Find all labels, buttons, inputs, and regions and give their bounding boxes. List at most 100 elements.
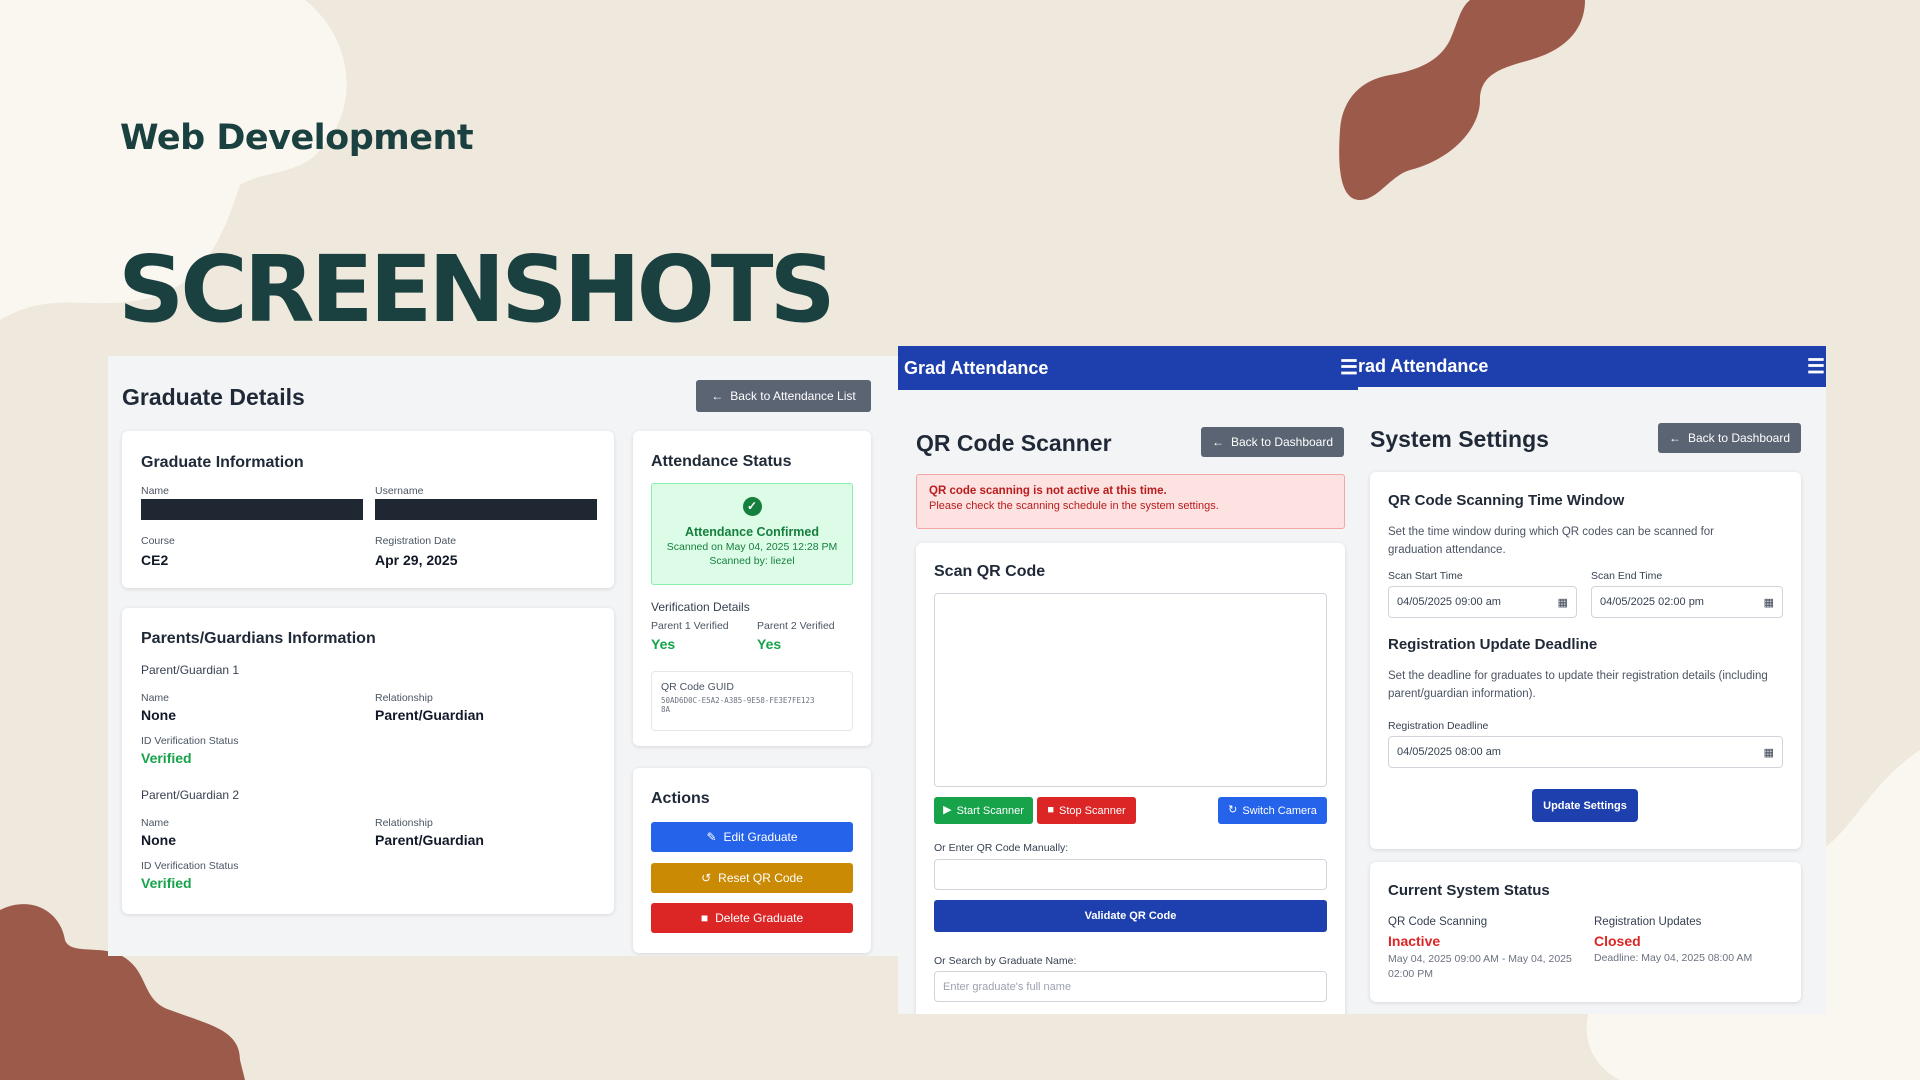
app-name: rad Attendance — [1358, 356, 1489, 376]
attendance-confirmed-label: Attendance Confirmed — [684, 525, 820, 539]
back-label: Back to Attendance List — [730, 389, 856, 403]
parent-1-heading: Parent/Guardian 1 — [141, 663, 240, 677]
navbar: rad Attendance ☰ — [1358, 346, 1826, 387]
brown-squiggle — [1339, 0, 1585, 200]
arrow-left-icon: ← — [1668, 431, 1681, 445]
registration-date-label: Registration Date — [375, 535, 457, 547]
back-to-dashboard-button[interactable]: ← Back to Dashboard — [1658, 423, 1801, 453]
deadline-title: Registration Update Deadline — [1388, 636, 1598, 653]
registration-date-value: Apr 29, 2025 — [375, 552, 458, 568]
parent-2-verified-value: Yes — [757, 636, 782, 652]
name-redacted — [141, 499, 363, 520]
card-title: Actions — [651, 790, 710, 807]
search-graduate-label: Or Search by Graduate Name: — [934, 955, 1077, 967]
parent-1-verified-label: Parent 1 Verified — [651, 620, 729, 632]
alert-body: Please check the scanning schedule in th… — [929, 500, 1219, 512]
qr-guid-label: QR Code GUID — [661, 681, 734, 693]
attendance-status-card: Attendance Status ✓ Attendance Confirmed… — [633, 431, 871, 746]
button-label: Switch Camera — [1242, 804, 1317, 817]
card-title: Parents/Guardians Information — [141, 630, 376, 647]
slide-kicker: Web Development — [120, 118, 474, 158]
stop-icon: ■ — [1047, 804, 1054, 816]
deadline-desc: Set the deadline for graduates to update… — [1388, 670, 1768, 700]
qr-guid-line-2: 8A — [661, 705, 671, 714]
graduate-search-input[interactable]: Enter graduate's full name — [934, 971, 1327, 1002]
registration-updates-status: Closed — [1594, 933, 1641, 949]
parent-2-relationship: Parent/Guardian — [375, 832, 484, 848]
parent-2-heading: Parent/Guardian 2 — [141, 788, 240, 802]
deadline-input[interactable]: 04/05/2025 08:00 am ▦ — [1388, 736, 1783, 768]
back-to-dashboard-button[interactable]: ← Back to Dashboard — [1201, 427, 1344, 457]
stop-scanner-button[interactable]: ■ Stop Scanner — [1037, 797, 1136, 824]
graduate-information-card: Graduate Information Name Username Cours… — [122, 431, 614, 588]
camera-viewport[interactable] — [934, 593, 1327, 787]
scan-end-input[interactable]: 04/05/2025 02:00 pm ▦ — [1591, 586, 1783, 618]
course-value: CE2 — [141, 552, 169, 568]
sync-icon: ↻ — [1228, 804, 1238, 816]
calendar-icon[interactable]: ▦ — [1764, 746, 1774, 759]
registration-deadline-text: Deadline: May 04, 2025 08:00 AM — [1594, 952, 1753, 964]
update-settings-button[interactable]: Update Settings — [1532, 789, 1638, 822]
play-icon: ▶ — [943, 804, 952, 816]
button-label: Update Settings — [1543, 799, 1627, 812]
parent-1-id-label: ID Verification Status — [141, 735, 239, 747]
username-redacted — [375, 499, 597, 520]
parent-1-verified-value: Yes — [651, 636, 676, 652]
verification-details-title: Verification Details — [651, 600, 750, 614]
switch-camera-button[interactable]: ↻ Switch Camera — [1218, 797, 1327, 824]
navbar: Grad Attendance ☰ — [898, 346, 1358, 390]
calendar-icon[interactable]: ▦ — [1558, 596, 1568, 609]
scan-window-title: QR Code Scanning Time Window — [1388, 492, 1625, 509]
calendar-icon[interactable]: ▦ — [1764, 596, 1774, 609]
button-label: Start Scanner — [956, 804, 1024, 817]
input-value: 04/05/2025 02:00 pm — [1600, 596, 1704, 608]
manual-entry-label: Or Enter QR Code Manually: — [934, 842, 1069, 854]
parent-2-id-label: ID Verification Status — [141, 860, 239, 872]
qr-scanner-screenshot: Grad Attendance ☰ QR Code Scanner ← Back… — [898, 346, 1358, 1014]
alert-title: QR code scanning is not active at this t… — [929, 485, 1167, 497]
scanned-by-text: Scanned by: liezel — [709, 555, 795, 567]
qr-scanning-label: QR Code Scanning — [1388, 916, 1488, 928]
hamburger-menu-icon[interactable]: ☰ — [1807, 354, 1825, 379]
graduate-details-screenshot: Graduate Details ← Back to Attendance Li… — [108, 356, 898, 956]
manual-qr-input[interactable] — [934, 859, 1327, 890]
parent-1-id-status: Verified — [141, 750, 192, 766]
card-title: Scan QR Code — [934, 563, 1046, 580]
parent-2-name-label: Name — [141, 817, 170, 829]
card-title: Attendance Status — [651, 453, 792, 470]
delete-graduate-button[interactable]: ■ Delete Graduate — [651, 903, 853, 933]
check-circle-icon: ✓ — [742, 497, 762, 516]
parents-guardians-card: Parents/Guardians Information Parent/Gua… — [122, 608, 614, 914]
username-label: Username — [375, 485, 424, 497]
parent-1-relationship-label: Relationship — [375, 692, 433, 704]
edit-graduate-button[interactable]: ✎ Edit Graduate — [651, 822, 853, 852]
button-label: Reset QR Code — [718, 871, 803, 885]
app-name: Grad Attendance — [904, 357, 1049, 378]
page-title: System Settings — [1370, 426, 1549, 452]
scan-start-input[interactable]: 04/05/2025 09:00 am ▦ — [1388, 586, 1577, 618]
start-scanner-button[interactable]: ▶ Start Scanner — [934, 797, 1033, 824]
scan-start-label: Scan Start Time — [1388, 570, 1463, 582]
parent-2-verified-label: Parent 2 Verified — [757, 620, 835, 632]
button-label: Stop Scanner — [1059, 804, 1126, 817]
qr-guid-box: QR Code GUID 50AD6D0C-E5A2-A385-9E58-FE3… — [651, 671, 853, 731]
parent-2-name: None — [141, 832, 176, 848]
card-title: Graduate Information — [141, 454, 304, 471]
back-to-attendance-list-button[interactable]: ← Back to Attendance List — [696, 380, 871, 412]
button-label: Validate QR Code — [1084, 910, 1177, 922]
trash-icon: ■ — [700, 911, 709, 925]
scanning-inactive-alert: QR code scanning is not active at this t… — [916, 474, 1345, 529]
validate-qr-code-button[interactable]: Validate QR Code — [934, 900, 1327, 932]
course-label: Course — [141, 535, 175, 547]
qr-scanning-window: May 04, 2025 09:00 AM - May 04, 2025 02:… — [1388, 953, 1572, 980]
deadline-label: Registration Deadline — [1388, 720, 1489, 732]
scan-window-desc: Set the time window during which QR code… — [1388, 526, 1715, 556]
attendance-confirmed-box: ✓ Attendance Confirmed Scanned on May 04… — [651, 483, 853, 585]
qr-scanning-status: Inactive — [1388, 933, 1441, 949]
reset-qr-code-button[interactable]: ↺ Reset QR Code — [651, 863, 853, 893]
parent-1-name-label: Name — [141, 692, 170, 704]
scan-qr-card: Scan QR Code ▶ Start Scanner ■ Stop Scan… — [916, 543, 1345, 1014]
hamburger-menu-icon[interactable]: ☰ — [1340, 355, 1358, 380]
registration-updates-label: Registration Updates — [1594, 916, 1702, 928]
name-label: Name — [141, 485, 170, 497]
